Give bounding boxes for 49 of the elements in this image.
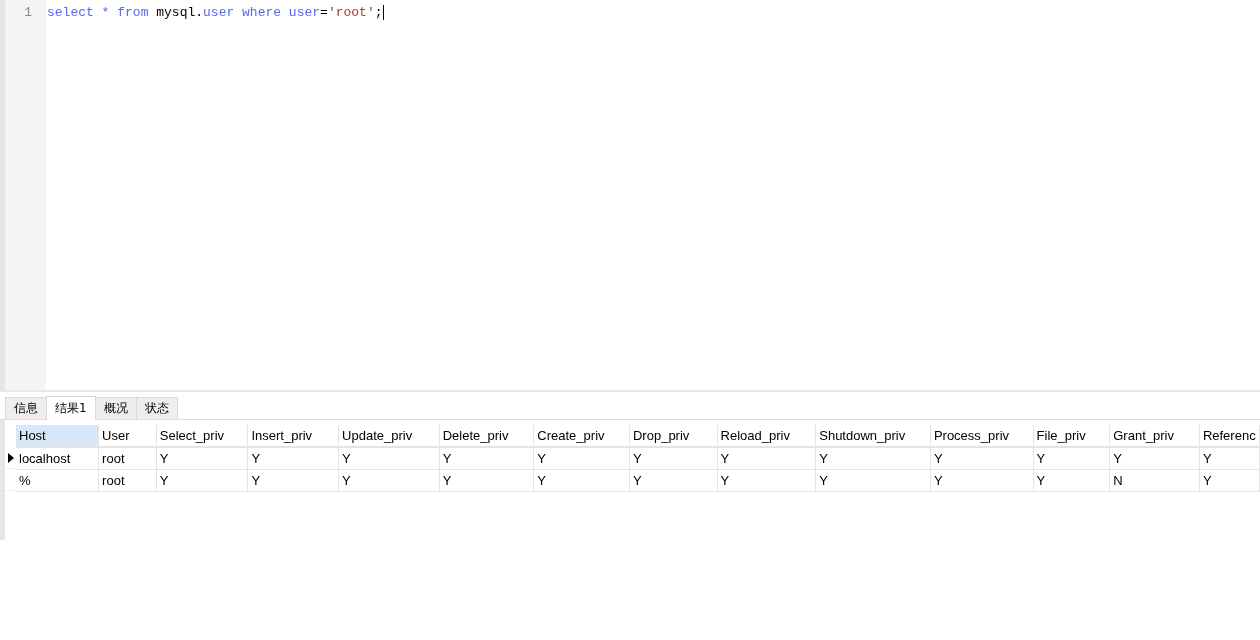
line-number: 1 [23,4,33,21]
table-cell: Y [629,469,718,491]
table-cell: Y [1109,447,1200,469]
table-cell: N [1109,469,1200,491]
column-header[interactable]: Reload_priv [717,425,816,447]
result-tab[interactable]: 状态 [135,397,178,419]
column-header[interactable]: Insert_priv [247,425,339,447]
column-header[interactable]: Delete_priv [439,425,534,447]
table-cell: Y [717,447,816,469]
code-line[interactable]: select * from mysql.user where user='root'; [47,4,383,21]
table-cell: Y [717,469,816,491]
table-cell: Y [247,447,339,469]
table-cell: Y [338,469,440,491]
column-header[interactable]: Shutdown_priv [815,425,931,447]
column-header[interactable]: Create_priv [533,425,630,447]
column-header[interactable]: Process_priv [930,425,1034,447]
table-cell: Y [1199,447,1260,469]
column-header[interactable]: User [98,425,157,447]
table-cell: Y [338,447,440,469]
column-header[interactable]: Update_priv [338,425,440,447]
table-cell: Y [533,469,630,491]
table-cell: Y [533,447,630,469]
table-cell: Y [930,469,1034,491]
table-cell: Y [439,469,534,491]
table-cell: Y [156,447,248,469]
column-header[interactable]: File_priv [1033,425,1110,447]
table-cell: Y [439,447,534,469]
table-cell: Y [1199,469,1260,491]
column-header[interactable]: Referenc [1199,425,1260,447]
table-cell: Y [1033,447,1110,469]
result-tab[interactable]: 信息 [5,397,47,419]
table-cell: Y [629,447,718,469]
result-tab[interactable]: 结果1 [46,396,96,420]
column-header[interactable]: Host [16,425,99,447]
column-header[interactable]: Grant_priv [1109,425,1200,447]
result-tab[interactable]: 概况 [94,397,137,419]
column-header[interactable]: Drop_priv [629,425,718,447]
table-cell: Y [156,469,248,491]
table-cell: Y [815,469,931,491]
table-cell: Y [930,447,1034,469]
table-cell: Y [815,447,931,469]
table-cell: root [98,469,157,491]
text-cursor [382,5,384,20]
column-header[interactable]: Select_priv [156,425,248,447]
table-cell: Y [1033,469,1110,491]
table-cell: % [16,469,99,491]
table-cell: Y [247,469,339,491]
table-cell: localhost [16,447,99,469]
table-cell: root [98,447,157,469]
